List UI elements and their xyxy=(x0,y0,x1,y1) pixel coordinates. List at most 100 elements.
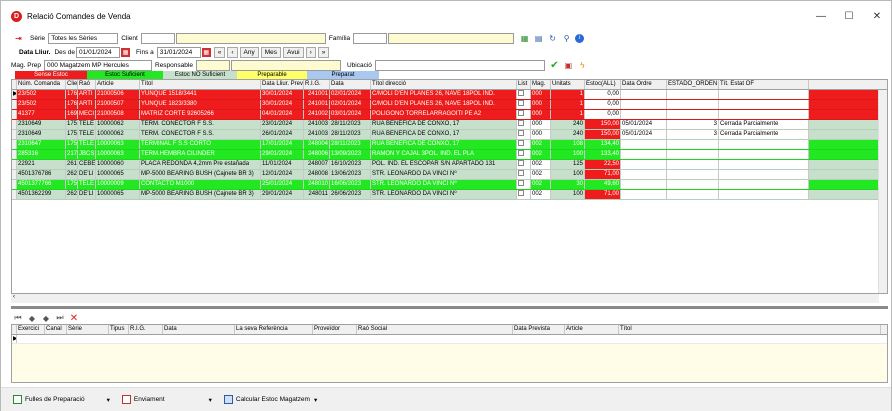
any-button[interactable]: Any xyxy=(239,46,259,58)
lightning-icon[interactable]: ϟ xyxy=(577,60,588,71)
first-period-button[interactable]: « xyxy=(213,46,226,58)
close-icon[interactable]: ✕ xyxy=(863,1,891,31)
delete-icon[interactable]: ✕ xyxy=(67,313,81,324)
grid-icon[interactable]: ▤ xyxy=(533,33,544,44)
last-record-icon[interactable]: ⏭ xyxy=(53,313,67,323)
column-header[interactable]: Mag. xyxy=(531,80,551,89)
column-header[interactable]: Data Lliur. Prev xyxy=(261,80,304,89)
list-checkbox[interactable] xyxy=(518,130,524,137)
column-header[interactable]: Client xyxy=(66,80,78,89)
table-row[interactable]: 41377 169 MECI 21000508 MATRIZ CORTE 9260526… xyxy=(12,110,887,120)
table-cell: 241001 xyxy=(304,100,330,109)
chevron-down-icon[interactable]: ▾ xyxy=(314,396,317,404)
column-header[interactable]: Tipus xyxy=(109,325,129,334)
maximize-icon[interactable]: ☐ xyxy=(835,1,863,31)
table-row[interactable]: 4501377766 175 TELE 10000009 CONTACTO M1000 2… xyxy=(12,180,887,190)
vertical-scrollbar[interactable] xyxy=(878,90,887,293)
info-icon[interactable]: i xyxy=(575,33,585,43)
column-header[interactable]: Títol direcció xyxy=(371,80,517,89)
chevron-down-icon[interactable]: ▾ xyxy=(107,396,110,404)
detail-grid[interactable]: Exercici Canal Sèrie Tipus R.I.G. Data La seva… xyxy=(11,324,888,383)
mag-prep-select[interactable]: 000 Magatzem MP Hercules xyxy=(44,59,152,71)
list-checkbox[interactable] xyxy=(518,140,524,147)
last-period-button[interactable]: » xyxy=(317,46,330,58)
column-header[interactable]: Tít. Estat OF xyxy=(719,80,809,89)
splitter[interactable] xyxy=(11,306,888,309)
table-row[interactable]: 2310649 175 TELE 10000062 TERM. CONECTOR F S… xyxy=(12,130,887,140)
next-record-icon[interactable]: ◆ xyxy=(39,314,53,323)
column-header[interactable]: R.I.G. xyxy=(129,325,163,334)
table-row[interactable]: 4501376786 262 DE'LI 10000065 MP-5000 BEARIN… xyxy=(12,170,887,180)
first-record-icon[interactable]: ⏮ xyxy=(11,313,25,323)
responsable-input[interactable] xyxy=(195,59,230,71)
calendar-icon[interactable]: ▦ xyxy=(201,47,211,57)
fulles-preparacio-button[interactable]: Fulles de Preparació ▾ xyxy=(13,395,110,404)
list-checkbox[interactable] xyxy=(518,160,524,167)
export-excel-icon[interactable]: ▦ xyxy=(519,33,530,44)
column-header[interactable]: Data Prevista xyxy=(513,325,565,334)
list-checkbox[interactable] xyxy=(518,190,524,197)
exit-icon[interactable]: ⇥ xyxy=(13,33,24,44)
column-header[interactable]: Títol xyxy=(140,80,261,89)
column-header[interactable]: Estoc(ALL) xyxy=(585,80,621,89)
column-header[interactable]: Títol xyxy=(619,325,881,334)
column-header[interactable]: Article xyxy=(565,325,619,334)
column-header[interactable]: Article xyxy=(96,80,140,89)
search-icon[interactable]: ⚲ xyxy=(561,33,572,44)
column-header[interactable]: Exercici xyxy=(17,325,45,334)
table-row[interactable]: 285316 217 JBCS 10000063 TERM.HEMBRA CILINDE… xyxy=(12,150,887,160)
ubicacio-input[interactable] xyxy=(374,59,545,71)
avui-button[interactable]: Avui xyxy=(283,46,304,58)
table-row[interactable]: 2310649 175 TELE 10000062 TERM. CONECTOR F S… xyxy=(12,120,887,130)
horizontal-scrollbar[interactable]: ‹ xyxy=(11,294,879,303)
table-row[interactable]: 4501362299 262 DE'LI 10000065 MP-5000 BEARIN… xyxy=(12,190,887,200)
calcular-estoc-button[interactable]: Calcular Estoc Magatzem ▾ xyxy=(223,395,317,404)
mes-button[interactable]: Mes xyxy=(260,46,282,58)
fins-a-input[interactable]: 31/01/2024 xyxy=(156,46,201,58)
table-row[interactable]: 23/502 176 ARTI 21000507 YUNQUE 1823/3380 30/… xyxy=(12,100,887,110)
column-header[interactable]: Data xyxy=(330,80,371,89)
column-header[interactable]: R.I.G. xyxy=(304,80,330,89)
detail-row[interactable]: ▶ xyxy=(12,335,887,344)
serie-select[interactable]: Totes les Sèries xyxy=(48,32,119,44)
column-header[interactable]: Raó xyxy=(78,80,96,89)
column-header[interactable]: Núm. Comanda xyxy=(17,80,66,89)
familia-input[interactable] xyxy=(353,32,388,44)
column-header[interactable]: ESTADO_ORDEN xyxy=(667,80,719,89)
client-input[interactable] xyxy=(140,32,175,44)
list-checkbox[interactable] xyxy=(518,100,524,107)
table-row[interactable]: 2310647 175 TELE 10000063 TERMINAL F S.S COR… xyxy=(12,140,887,150)
prev-record-icon[interactable]: ◆ xyxy=(25,314,39,323)
check-icon[interactable]: ✔ xyxy=(549,60,560,71)
list-checkbox[interactable] xyxy=(518,150,524,157)
list-checkbox[interactable] xyxy=(518,180,524,187)
table-row[interactable]: 22921 261 CEBE 10000060 PLACA REDONDA 4,2mm … xyxy=(12,160,887,170)
orders-grid[interactable]: Núm. ComandaClientRaóArticleTítolData Ll… xyxy=(11,79,888,294)
scroll-left-icon[interactable]: ‹ xyxy=(13,294,15,300)
column-header[interactable]: Unitats xyxy=(551,80,585,89)
enviament-button[interactable]: Enviament ▾ xyxy=(121,395,212,404)
next-period-button[interactable]: › xyxy=(305,46,316,58)
column-header[interactable]: Data Ordre xyxy=(621,80,667,89)
column-header[interactable]: Sèrie xyxy=(67,325,109,334)
refresh-icon[interactable]: ↻ xyxy=(547,33,558,44)
list-checkbox[interactable] xyxy=(518,90,524,97)
calendar-icon[interactable]: ▦ xyxy=(121,47,131,57)
chevron-down-icon[interactable]: ▾ xyxy=(209,396,212,404)
detail-grid-header: Exercici Canal Sèrie Tipus R.I.G. Data La seva… xyxy=(12,325,887,335)
table-cell: 175 xyxy=(67,130,78,139)
minimize-icon[interactable]: — xyxy=(807,1,835,31)
list-checkbox[interactable] xyxy=(518,110,524,117)
column-header[interactable]: Proveïdor xyxy=(313,325,357,334)
table-row[interactable]: ▶23/502176ARTI21000506YUNQUE 1518/344130… xyxy=(12,90,887,100)
list-checkbox[interactable] xyxy=(518,120,524,127)
column-header[interactable]: List xyxy=(517,80,531,89)
column-header[interactable]: La seva Referència xyxy=(235,325,313,334)
column-header[interactable]: Data xyxy=(163,325,235,334)
list-checkbox[interactable] xyxy=(518,170,524,177)
prev-period-button[interactable]: ‹ xyxy=(227,46,238,58)
column-header[interactable]: Raó Social xyxy=(357,325,513,334)
column-header[interactable]: Canal xyxy=(45,325,67,334)
clear-filter-icon[interactable]: ▣ xyxy=(563,60,574,71)
des-de-input[interactable]: 01/01/2024 xyxy=(76,46,121,58)
